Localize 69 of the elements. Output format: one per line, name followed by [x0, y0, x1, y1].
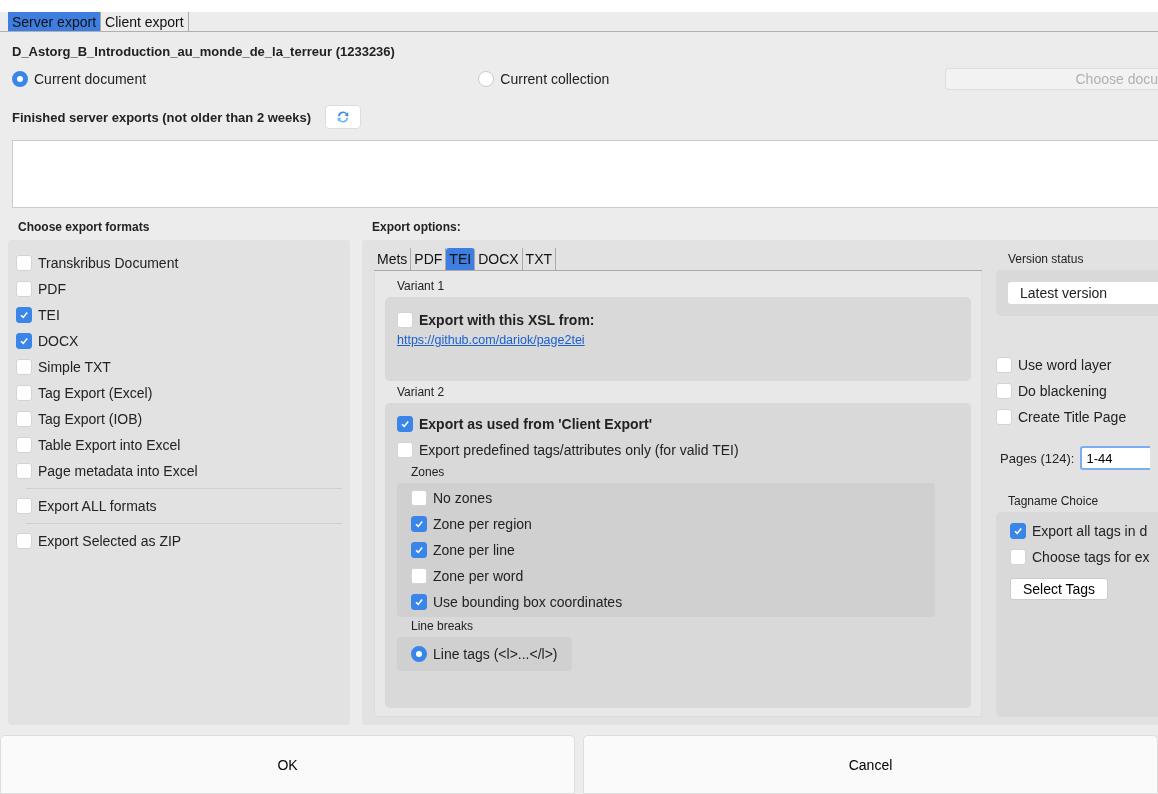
- checkmark-icon: [19, 336, 29, 346]
- checkbox-option[interactable]: Create Title Page: [996, 404, 1158, 430]
- checkbox-option[interactable]: Tag Export (Excel): [16, 380, 342, 406]
- select-tags-button[interactable]: Select Tags: [1010, 578, 1109, 600]
- checkbox-option[interactable]: Export ALL formats: [16, 493, 342, 519]
- document-title: D_Astorg_B_Introduction_au_monde_de_la_terreur (1233236): [11, 43, 396, 61]
- checkbox-option[interactable]: Simple TXT: [16, 354, 342, 380]
- version-dropdown[interactable]: Latest version: [1008, 282, 1158, 304]
- checkbox-option[interactable]: Zone per word: [411, 563, 921, 589]
- checkbox-option[interactable]: Use bounding box coordinates: [411, 589, 921, 615]
- group-title: Variant 2: [396, 384, 446, 401]
- group-title: Line breaks: [410, 618, 475, 635]
- checkbox[interactable]: [16, 307, 32, 323]
- checkbox[interactable]: [397, 416, 413, 432]
- checkbox-option[interactable]: Export as used from 'Client Export': [397, 411, 959, 437]
- dialog-button[interactable]: OK: [0, 735, 575, 794]
- checkbox-option[interactable]: Export with this XSL from:: [397, 307, 959, 333]
- group-title: Tagname Choice: [1007, 493, 1100, 510]
- checkbox-option[interactable]: Export Selected as ZIP: [16, 528, 342, 554]
- radio-option[interactable]: Current document: [12, 66, 479, 92]
- tab[interactable]: TXT: [522, 248, 557, 270]
- checkmark-icon: [1013, 526, 1023, 536]
- radio-option[interactable]: Current collection: [478, 66, 945, 92]
- checkbox-option[interactable]: Export predefined tags/attributes only (for valid TEI): [397, 437, 959, 463]
- group-title: Version status: [1007, 251, 1085, 268]
- checkbox-option[interactable]: Zone per region: [411, 511, 921, 537]
- checkbox[interactable]: [16, 333, 32, 349]
- checkbox-option[interactable]: Tag Export (IOB): [16, 406, 342, 432]
- checkbox-option[interactable]: DOCX: [16, 328, 342, 354]
- radio-button[interactable]: [478, 71, 495, 87]
- checkbox-option[interactable]: Choose tags for ex: [1010, 544, 1158, 570]
- checkmark-icon: [414, 519, 424, 529]
- checkmark-icon: [414, 545, 424, 555]
- checkbox[interactable]: [1010, 523, 1026, 539]
- checkbox-option[interactable]: TEI: [16, 302, 342, 328]
- checkbox[interactable]: [411, 516, 427, 532]
- pages-field[interactable]: 1-44: [1080, 446, 1151, 470]
- checkbox-option[interactable]: Export all tags in d: [1010, 518, 1158, 544]
- radio-option[interactable]: Line tags (<l>...</l>): [411, 641, 558, 667]
- section-title: Export options:: [371, 220, 462, 236]
- tab[interactable]: Server export: [8, 12, 102, 31]
- exports-list[interactable]: [12, 140, 1158, 208]
- tab[interactable]: DOCX: [475, 248, 523, 270]
- group-title: Zones: [410, 464, 446, 481]
- checkbox[interactable]: [411, 594, 427, 610]
- refresh-button[interactable]: [325, 105, 362, 129]
- refresh-icon: [335, 109, 352, 125]
- checkbox-option[interactable]: No zones: [411, 485, 921, 511]
- checkbox-option[interactable]: Do blackening: [996, 378, 1158, 404]
- section-title: Choose export formats: [17, 220, 151, 236]
- checkbox-option[interactable]: Table Export into Excel: [16, 432, 342, 458]
- checkbox[interactable]: [411, 542, 427, 558]
- group-title: Variant 1: [396, 278, 446, 295]
- checkmark-icon: [19, 310, 29, 320]
- checkbox-option[interactable]: Use word layer: [996, 352, 1158, 378]
- tab[interactable]: Mets: [374, 248, 412, 270]
- field-label: Pages (124):: [1000, 450, 1075, 466]
- checkmark-icon: [414, 597, 424, 607]
- checkbox-option[interactable]: Page metadata into Excel: [16, 458, 342, 484]
- checkbox-option[interactable]: Zone per line: [411, 537, 921, 563]
- section-label: Finished server exports (not older than 2 weeks): [12, 109, 312, 125]
- link[interactable]: https://github.com/dariok/page2tei: [397, 333, 959, 347]
- radio-button[interactable]: [12, 71, 28, 87]
- checkbox-option[interactable]: PDF: [16, 276, 342, 302]
- checkbox-option[interactable]: Transkribus Document: [16, 250, 342, 276]
- radio-button[interactable]: [411, 646, 427, 662]
- checkmark-icon: [400, 419, 410, 429]
- tab[interactable]: TEI: [446, 248, 476, 270]
- dialog-button[interactable]: Cancel: [583, 735, 1158, 794]
